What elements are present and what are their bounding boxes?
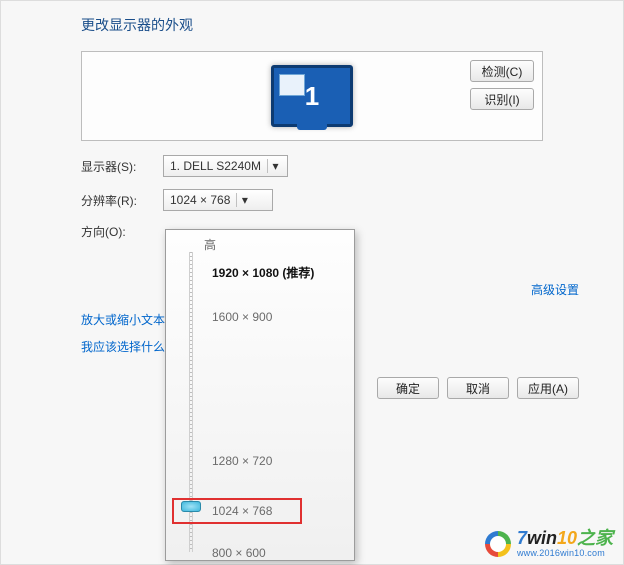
slider-thumb[interactable] [181,501,201,512]
wm-sub: www.2016win10.com [517,549,613,558]
display-select[interactable]: 1. DELL S2240M ▾ [163,155,288,177]
monitor-preview-panel: 1 检测(C) 识别(I) [81,51,543,141]
monitor-window-icon [279,74,305,96]
ok-button[interactable]: 确定 [377,377,439,399]
watermark: 7win10之家 www.2016win10.com [485,529,613,558]
which-link[interactable]: 我应该选择什么 [81,338,165,355]
wm-seg3: 10 [557,528,577,548]
resolution-option[interactable]: 1920 × 1080 (推荐) [212,264,314,281]
monitor-1[interactable]: 1 [271,65,353,127]
identify-button[interactable]: 识别(I) [470,88,534,110]
resolution-select[interactable]: 1024 × 768 ▾ [163,189,273,211]
resolution-option[interactable]: 800 × 600 [212,546,266,560]
display-select-value: 1. DELL S2240M [170,159,261,173]
resolution-label: 分辨率(R): [81,192,163,209]
wm-seg1: 7 [517,528,527,548]
cancel-button[interactable]: 取消 [447,377,509,399]
slider-top-label: 高 [204,236,346,253]
wm-seg2: win [527,528,557,548]
advanced-settings-link[interactable]: 高级设置 [531,281,579,298]
detect-button[interactable]: 检测(C) [470,60,534,82]
wm-seg4: 之家 [577,528,613,548]
resolution-dropdown-panel: 高 1920 × 1080 (推荐) 1600 × 900 1280 × 720 10… [165,229,355,561]
resolution-option[interactable]: 1280 × 720 [212,454,272,468]
resolution-select-value: 1024 × 768 [170,193,230,207]
apply-button[interactable]: 应用(A) [517,377,579,399]
monitor-number: 1 [305,81,319,112]
page-title: 更改显示器的外观 [1,1,623,45]
orientation-label: 方向(O): [81,223,163,240]
watermark-logo-icon [485,531,511,557]
chevron-down-icon: ▾ [267,159,283,173]
text-size-link[interactable]: 放大或缩小文本 [81,311,165,328]
resolution-option[interactable]: 1600 × 900 [212,310,272,324]
resolution-slider[interactable] [182,252,200,552]
display-label: 显示器(S): [81,158,163,175]
chevron-down-icon: ▾ [236,193,252,207]
resolution-option[interactable]: 1024 × 768 [212,504,272,518]
